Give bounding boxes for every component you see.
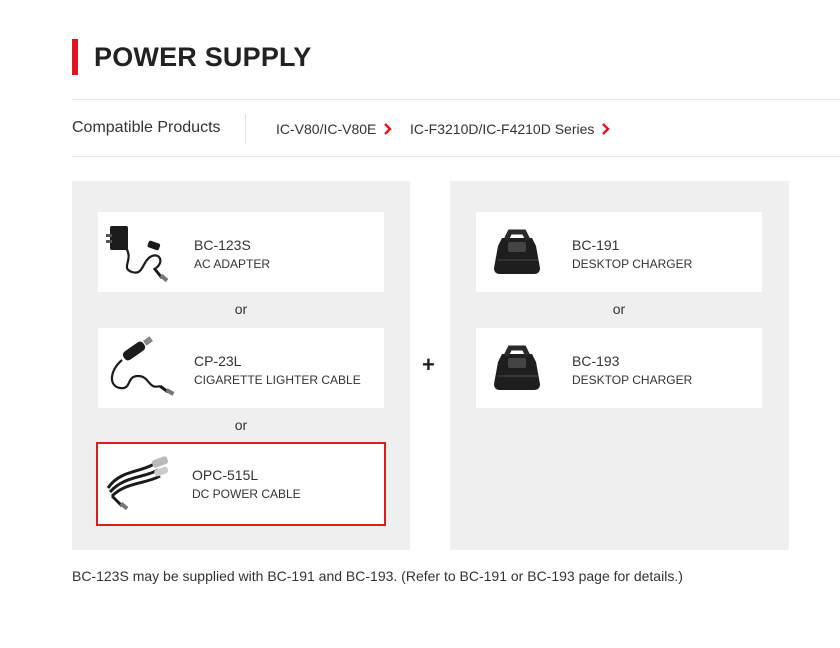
divider	[245, 114, 246, 144]
product-card-bc-193[interactable]: BC-193 DESKTOP CHARGER	[476, 328, 762, 408]
chevron-right-icon	[602, 123, 611, 135]
product-model: BC-123S	[194, 237, 251, 253]
product-description: DESKTOP CHARGER	[572, 373, 693, 387]
product-description: DESKTOP CHARGER	[572, 257, 693, 271]
product-card-opc-515l[interactable]: OPC-515L DC POWER CABLE	[96, 442, 386, 526]
title-accent-bar	[72, 39, 78, 75]
compatible-link-label: IC-V80/IC-V80E	[276, 121, 377, 137]
dc-cable-icon	[106, 456, 169, 511]
product-description: AC ADAPTER	[194, 257, 271, 271]
cigarette-cable-icon	[110, 336, 175, 396]
compatible-link-ic-v80[interactable]: IC-V80/IC-V80E	[276, 121, 393, 137]
compatible-link-label: IC-F3210D/IC-F4210D Series	[410, 121, 595, 137]
product-card-bc-191[interactable]: BC-191 DESKTOP CHARGER	[476, 212, 762, 292]
ac-adapter-icon	[106, 226, 169, 283]
power-source-panel: BC-123S AC ADAPTER or CP-23L CIGARETTE L…	[72, 181, 410, 550]
chevron-right-icon	[384, 123, 393, 135]
compatible-products-label: Compatible Products	[72, 119, 221, 136]
or-separator: or	[612, 301, 626, 317]
product-model: BC-191	[572, 237, 620, 253]
compatible-products-bar: Compatible Products IC-V80/IC-V80E IC-F3…	[72, 99, 840, 157]
or-separator: or	[234, 417, 248, 433]
product-card-cp-23l[interactable]: CP-23L CIGARETTE LIGHTER CABLE	[98, 328, 384, 408]
product-description: CIGARETTE LIGHTER CABLE	[194, 373, 361, 387]
page-header: POWER SUPPLY	[72, 39, 311, 75]
product-card-bc-123s[interactable]: BC-123S AC ADAPTER	[98, 212, 384, 292]
product-model: OPC-515L	[192, 467, 259, 483]
desktop-charger-icon	[494, 345, 540, 390]
product-model: CP-23L	[194, 353, 242, 369]
or-separator: or	[234, 301, 248, 317]
product-description: DC POWER CABLE	[192, 487, 301, 501]
page-title: POWER SUPPLY	[94, 41, 312, 72]
desktop-charger-icon	[494, 229, 540, 274]
plus-sign: +	[422, 352, 435, 377]
charger-panel: BC-191 DESKTOP CHARGER or BC-193 DESKTOP…	[450, 181, 789, 550]
product-model: BC-193	[572, 353, 620, 369]
compatibility-note: BC-123S may be supplied with BC-191 and …	[72, 568, 683, 584]
compatible-link-ic-f3210d[interactable]: IC-F3210D/IC-F4210D Series	[410, 121, 611, 137]
